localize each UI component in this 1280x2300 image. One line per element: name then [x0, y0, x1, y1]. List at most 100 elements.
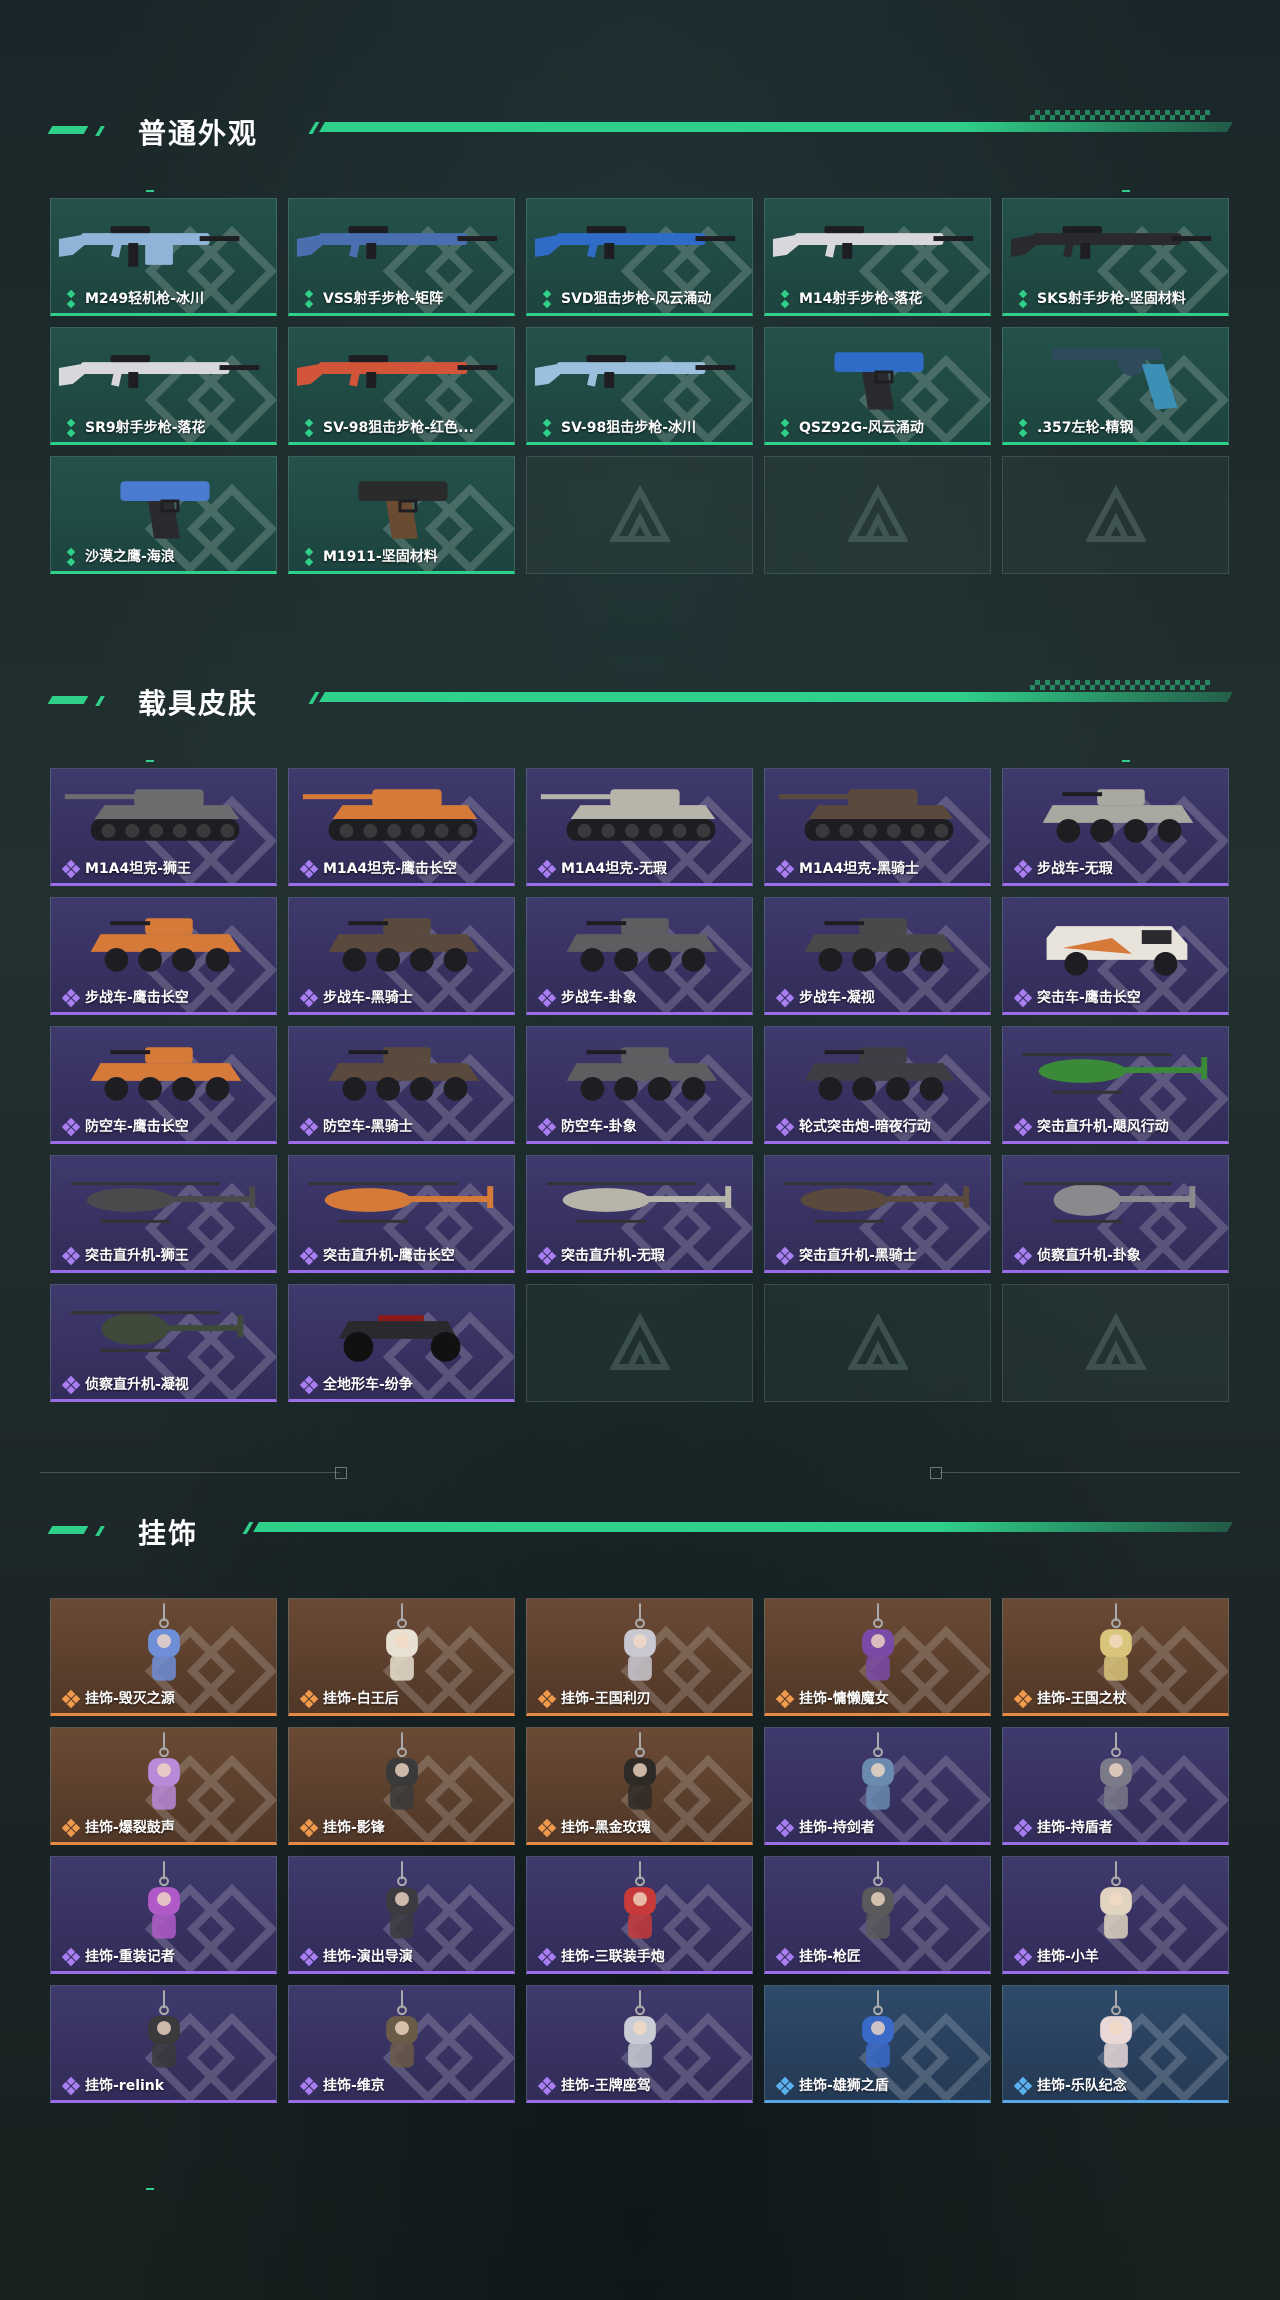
heli-image — [308, 1182, 494, 1223]
charm-image — [862, 1603, 894, 1681]
rarity-diamond-icon — [299, 1689, 319, 1709]
charm-skin-card[interactable]: 挂饰-维京 — [288, 1985, 515, 2103]
card-label: 全地形车-纷争 — [323, 1377, 413, 1393]
vehicle-skin-card[interactable]: 防空车-鹰击长空 — [50, 1026, 277, 1144]
vehicle-skin-card[interactable]: 侦察直升机-卦象 — [1002, 1155, 1229, 1273]
vehicle-skin-card[interactable]: M1A4坦克-黑骑士 — [764, 768, 991, 886]
weapon-skin-card[interactable]: SKS射手步枪-坚固材料 — [1002, 198, 1229, 316]
vehicle-skin-card[interactable]: M1A4坦克-狮王 — [50, 768, 277, 886]
charm-image — [386, 1990, 418, 2068]
charm-skin-card[interactable]: 挂饰-重装记者 — [50, 1856, 277, 1974]
truck-image — [1046, 926, 1188, 976]
weapon-skin-card[interactable]: M14射手步枪-落花 — [764, 198, 991, 316]
revolver-image — [1052, 348, 1178, 410]
charm-skin-card[interactable]: 挂饰-王国利刃 — [526, 1598, 753, 1716]
weapon-skin-card[interactable]: SR9射手步枪-落花 — [50, 327, 277, 445]
vehicle-skin-card[interactable]: 步战车-无瑕 — [1002, 768, 1229, 886]
weapon-skin-card[interactable]: SV-98狙击步枪-冰川 — [526, 327, 753, 445]
vehicle-skin-card[interactable]: M1A4坦克-鹰击长空 — [288, 768, 515, 886]
vehicle-skin-card[interactable]: 突击直升机-黑骑士 — [764, 1155, 991, 1273]
charm-skin-card[interactable]: 挂饰-持剑者 — [764, 1727, 991, 1845]
vehicle-skin-card[interactable]: 防空车-卦象 — [526, 1026, 753, 1144]
rarity-diamond-icon — [777, 418, 793, 438]
charm-skin-card[interactable]: 挂饰-王牌座驾 — [526, 1985, 753, 2103]
rarity-diamond-icon — [61, 1375, 81, 1395]
rarity-diamond-icon — [1013, 1818, 1033, 1838]
vehicle-skin-card[interactable]: 步战车-鹰击长空 — [50, 897, 277, 1015]
rarity-diamond-icon — [537, 1246, 557, 1266]
charm-grid: 挂饰-毁灭之源 挂饰-白王后 挂饰-王国利刃 挂饰-慵懒魔女 挂饰-王国之杖挂饰-爆裂鼓… — [50, 1598, 1229, 2103]
card-label: 挂饰-三联装手炮 — [561, 1949, 665, 1965]
vehicle-skin-card[interactable]: 防空车-黑骑士 — [288, 1026, 515, 1144]
rarity-diamond-icon — [61, 1117, 81, 1137]
weapon-skin-card[interactable]: SVD狙击步枪-风云涌动 — [526, 198, 753, 316]
rarity-diamond-icon — [61, 1947, 81, 1967]
card-label: 步战车-凝视 — [799, 990, 875, 1006]
vehicle-skin-card[interactable]: 步战车-黑骑士 — [288, 897, 515, 1015]
charm-skin-card[interactable]: 挂饰-持盾者 — [1002, 1727, 1229, 1845]
rarity-diamond-icon — [775, 1689, 795, 1709]
charm-skin-card[interactable]: 挂饰-乐队纪念 — [1002, 1985, 1229, 2103]
apc-image — [328, 918, 480, 972]
weapon-skin-card[interactable]: SV-98狙击步枪-红色... — [288, 327, 515, 445]
card-label: 突击直升机-飓风行动 — [1037, 1119, 1169, 1135]
weapon-skin-card[interactable]: M1911-坚固材料 — [288, 456, 515, 574]
pistol-image — [834, 352, 924, 410]
vehicle-skin-card[interactable]: 步战车-凝视 — [764, 897, 991, 1015]
weapon-skin-card[interactable]: VSS射手步枪-矩阵 — [288, 198, 515, 316]
rifle-long-image — [772, 226, 974, 259]
section-title: 挂饰 — [138, 1517, 199, 1550]
charm-skin-card[interactable]: 挂饰-影锋 — [288, 1727, 515, 1845]
rarity-diamond-icon — [1013, 2076, 1033, 2096]
charm-skin-card[interactable]: 挂饰-三联装手炮 — [526, 1856, 753, 1974]
weapon-skin-card[interactable]: 沙漠之鹰-海浪 — [50, 456, 277, 574]
rarity-diamond-icon — [775, 1818, 795, 1838]
card-label: SV-98狙击步枪-红色... — [323, 420, 474, 436]
vehicle-skin-card[interactable]: 步战车-卦象 — [526, 897, 753, 1015]
vehicle-skin-card[interactable]: 轮式突击炮-暗夜行动 — [764, 1026, 991, 1144]
weapon-skin-card[interactable]: .357左轮-精钢 — [1002, 327, 1229, 445]
pistol-image — [120, 481, 210, 539]
charm-skin-card[interactable]: 挂饰-小羊 — [1002, 1856, 1229, 1974]
vehicle-skin-card[interactable]: 全地形车-纷争 — [288, 1284, 515, 1402]
rarity-diamond-icon — [61, 1246, 81, 1266]
brand-logo-icon — [1085, 1313, 1146, 1370]
vehicle-skin-card[interactable]: 突击车-鹰击长空 — [1002, 897, 1229, 1015]
charm-skin-card[interactable]: 挂饰-雄狮之盾 — [764, 1985, 991, 2103]
charm-skin-card[interactable]: 挂饰-爆裂鼓声 — [50, 1727, 277, 1845]
heli-small-image — [70, 1311, 244, 1352]
weapon-skin-card[interactable]: M249轻机枪-冰川 — [50, 198, 277, 316]
vehicle-skin-card[interactable]: 突击直升机-无瑕 — [526, 1155, 753, 1273]
rarity-diamond-icon — [1013, 1947, 1033, 1967]
rarity-diamond-icon — [1013, 859, 1033, 879]
vehicle-skin-card[interactable]: 突击直升机-鹰击长空 — [288, 1155, 515, 1273]
charm-skin-card[interactable]: 挂饰-毁灭之源 — [50, 1598, 277, 1716]
rifle-vss-image — [296, 226, 498, 259]
card-label: 挂饰-持剑者 — [799, 1820, 875, 1836]
rarity-diamond-icon — [61, 2076, 81, 2096]
card-label: 挂饰-慵懒魔女 — [799, 1691, 889, 1707]
brand-logo-icon — [609, 485, 670, 542]
card-label: 突击直升机-鹰击长空 — [323, 1248, 455, 1264]
card-label: 挂饰-乐队纪念 — [1037, 2078, 1127, 2094]
charm-skin-card[interactable]: 挂饰-演出导演 — [288, 1856, 515, 1974]
tank-image — [64, 789, 240, 841]
charm-image — [862, 1732, 894, 1810]
charm-skin-card[interactable]: 挂饰-白王后 — [288, 1598, 515, 1716]
charm-skin-card[interactable]: 挂饰-黑金玫瑰 — [526, 1727, 753, 1845]
vehicle-skin-card[interactable]: 突击直升机-狮王 — [50, 1155, 277, 1273]
rarity-diamond-icon — [301, 418, 317, 438]
rarity-diamond-icon — [301, 289, 317, 309]
rarity-diamond-icon — [537, 1689, 557, 1709]
rarity-diamond-icon — [63, 547, 79, 567]
charm-skin-card[interactable]: 挂饰-枪匠 — [764, 1856, 991, 1974]
charm-skin-card[interactable]: 挂饰-relink — [50, 1985, 277, 2103]
charm-image — [624, 1990, 656, 2068]
charm-skin-card[interactable]: 挂饰-慵懒魔女 — [764, 1598, 991, 1716]
rarity-diamond-icon — [777, 289, 793, 309]
vehicle-skin-card[interactable]: M1A4坦克-无瑕 — [526, 768, 753, 886]
vehicle-skin-card[interactable]: 侦察直升机-凝视 — [50, 1284, 277, 1402]
charm-skin-card[interactable]: 挂饰-王国之杖 — [1002, 1598, 1229, 1716]
weapon-skin-card[interactable]: QSZ92G-风云涌动 — [764, 327, 991, 445]
vehicle-skin-card[interactable]: 突击直升机-飓风行动 — [1002, 1026, 1229, 1144]
